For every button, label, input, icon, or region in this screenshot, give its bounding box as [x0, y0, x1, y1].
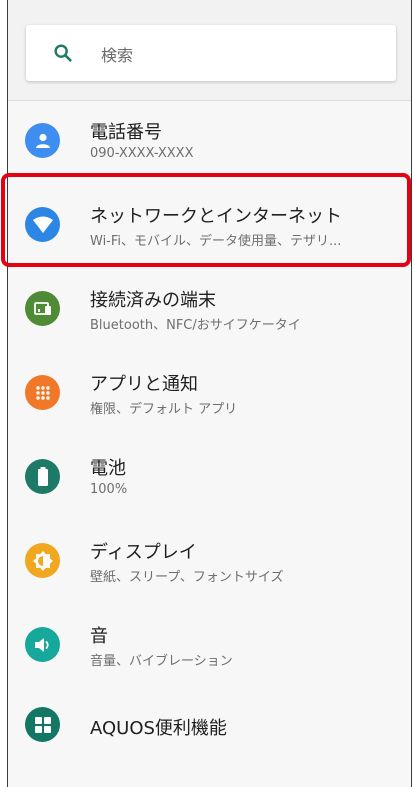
- settings-item-aquos-features[interactable]: AQUOS便利機能: [8, 689, 411, 773]
- volume-icon: [25, 627, 60, 662]
- settings-item-subtitle: 音量、バイブレーション: [90, 654, 233, 669]
- settings-item-subtitle: Bluetooth、NFC/おサイフケータイ: [90, 318, 301, 333]
- connected-devices-icon: [25, 291, 60, 326]
- settings-item-subtitle: 100%: [90, 482, 128, 497]
- settings-item-network[interactable]: ネットワークとインターネット Wi-Fi、モバイル、データ使用量、テザリ...: [8, 185, 411, 269]
- settings-item-display[interactable]: ディスプレイ 壁紙、スリープ、フォントサイズ: [8, 521, 411, 605]
- settings-item-battery[interactable]: 電池 100%: [8, 437, 411, 521]
- wifi-icon: [25, 207, 60, 242]
- search-icon: [54, 44, 72, 62]
- settings-item-title: ネットワークとインターネット: [90, 206, 342, 227]
- settings-item-title: 音: [90, 626, 108, 647]
- brightness-icon: [25, 543, 60, 578]
- settings-item-phone-number[interactable]: 電話番号 090-XXXX-XXXX: [8, 101, 411, 185]
- settings-item-title: 電話番号: [90, 122, 162, 143]
- search-area: 検索: [8, 0, 411, 101]
- settings-item-title: AQUOS便利機能: [90, 718, 227, 739]
- search-input[interactable]: 検索: [101, 42, 133, 66]
- settings-item-connected-devices[interactable]: 接続済みの端末 Bluetooth、NFC/おサイフケータイ: [8, 269, 411, 353]
- settings-item-title: アプリと通知: [90, 374, 198, 395]
- settings-item-subtitle: 壁紙、スリープ、フォントサイズ: [90, 570, 284, 585]
- search-bar[interactable]: 検索: [26, 25, 396, 81]
- aquos-grid-icon: [25, 707, 60, 742]
- settings-item-subtitle: 090-XXXX-XXXX: [90, 146, 194, 161]
- settings-screen: 検索 電話番号 090-XXXX-XXXX ネットワークとインターネット Wi-…: [7, 0, 412, 787]
- apps-grid-icon: [25, 375, 60, 410]
- settings-item-subtitle: Wi-Fi、モバイル、データ使用量、テザリ...: [90, 234, 342, 249]
- settings-item-title: ディスプレイ: [90, 542, 197, 563]
- battery-icon: [25, 459, 60, 494]
- settings-item-title: 接続済みの端末: [90, 290, 216, 311]
- settings-item-sound[interactable]: 音 音量、バイブレーション: [8, 605, 411, 689]
- settings-item-apps-notifications[interactable]: アプリと通知 権限、デフォルト アプリ: [8, 353, 411, 437]
- settings-item-title: 電池: [90, 458, 126, 479]
- settings-item-subtitle: 権限、デフォルト アプリ: [90, 402, 238, 417]
- person-icon: [25, 123, 60, 158]
